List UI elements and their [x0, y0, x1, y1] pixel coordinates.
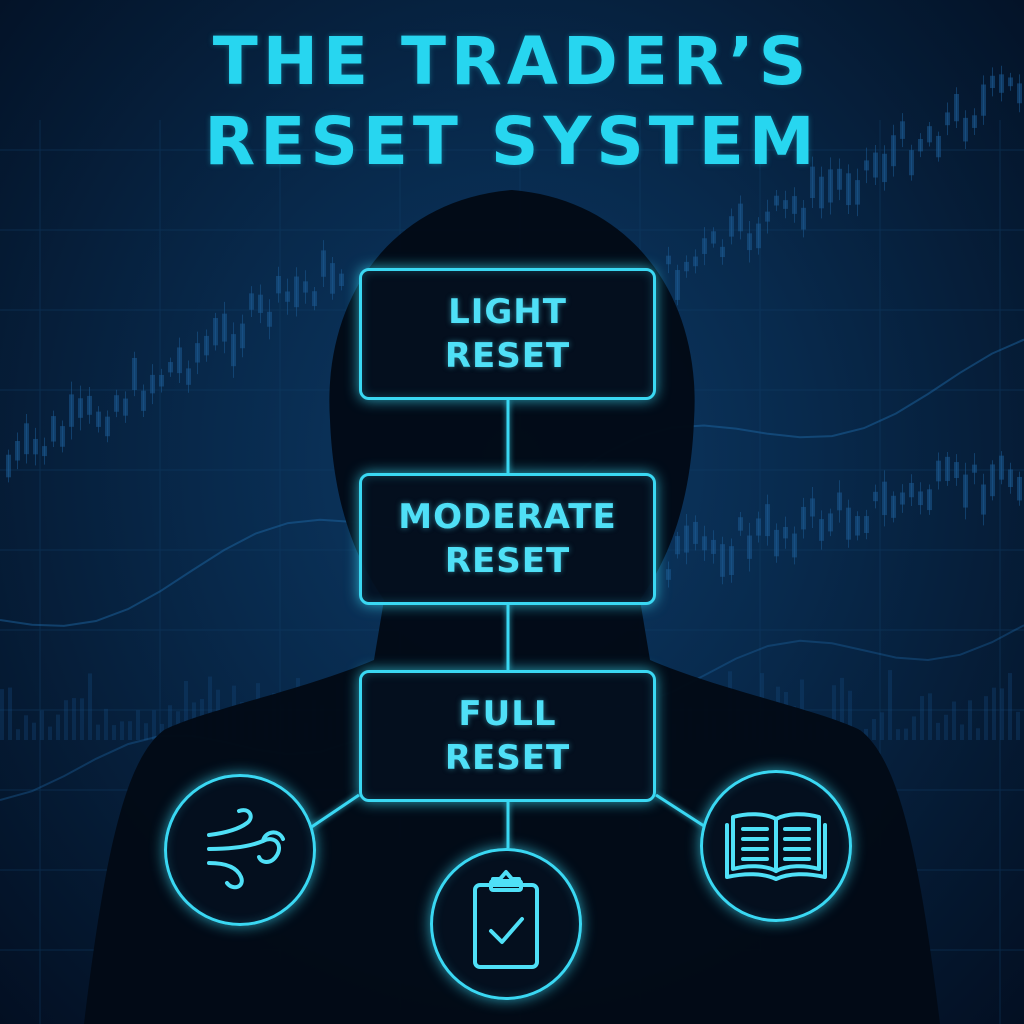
- page-title: THE TRADER’S RESET SYSTEM: [0, 22, 1024, 182]
- moderate-reset-box: MODERATE RESET: [359, 473, 656, 605]
- checklist-icon-circle: [430, 848, 582, 1000]
- moderate-reset-label-line2: RESET: [444, 541, 571, 581]
- full-reset-label-line2: RESET: [444, 738, 571, 778]
- title-line-2: RESET SYSTEM: [204, 103, 820, 180]
- full-reset-label-line1: FULL: [458, 694, 557, 734]
- light-reset-label-line2: RESET: [444, 336, 571, 376]
- light-reset-label-line1: LIGHT: [448, 292, 567, 332]
- title-line-1: THE TRADER’S: [212, 23, 812, 100]
- connector-full-to-right-icon: [655, 793, 705, 828]
- connector-full-to-left-icon: [309, 793, 360, 830]
- infographic-canvas: THE TRADER’S RESET SYSTEM LIGHT RESET MO…: [0, 0, 1024, 1024]
- breathing-wind-icon: [207, 808, 285, 890]
- moderate-reset-label-line1: MODERATE: [398, 497, 617, 537]
- breathing-icon-circle: [164, 774, 316, 926]
- full-reset-box: FULL RESET: [359, 670, 656, 802]
- open-book-icon: [725, 812, 827, 881]
- light-reset-box: LIGHT RESET: [359, 268, 656, 400]
- book-icon-circle: [700, 770, 852, 922]
- checklist-clipboard-icon: [473, 870, 539, 969]
